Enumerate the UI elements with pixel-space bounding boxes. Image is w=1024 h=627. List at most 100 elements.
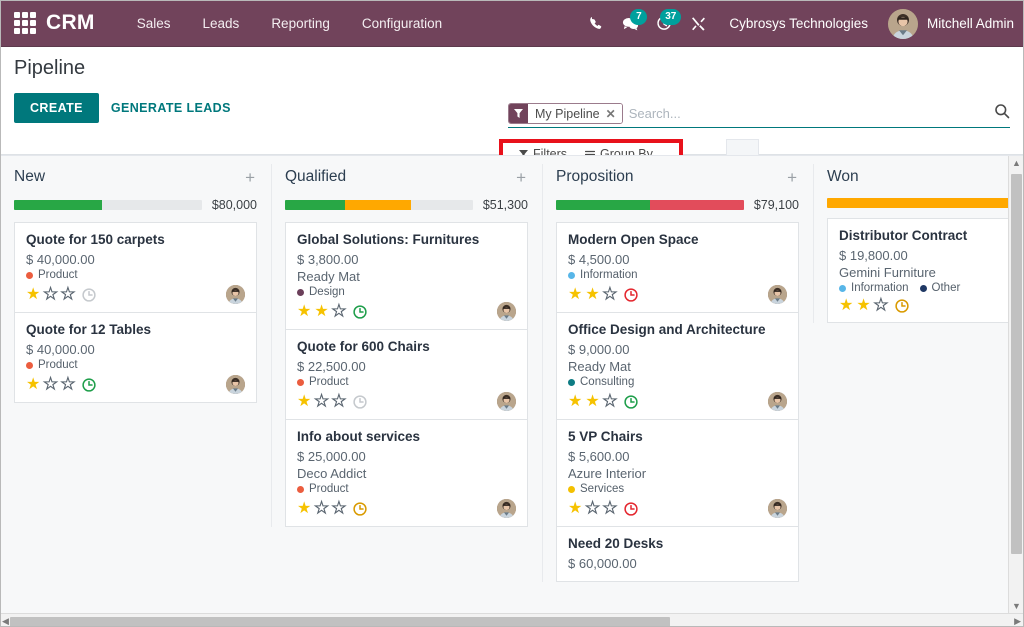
priority-star[interactable]: ★ — [332, 304, 346, 320]
horizontal-scrollbar-thumb[interactable] — [10, 617, 670, 627]
priority-star[interactable]: ★ — [568, 287, 582, 303]
kanban-progressbar[interactable] — [285, 200, 473, 210]
kanban-card[interactable]: Quote for 150 carpets$ 40,000.00Product★… — [14, 222, 257, 312]
horizontal-scrollbar[interactable]: ◀ ▶ — [0, 613, 1024, 627]
kanban-card[interactable]: Office Design and Architecture$ 9,000.00… — [556, 312, 799, 419]
tag[interactable]: Services — [568, 483, 624, 495]
search-input[interactable] — [623, 104, 988, 124]
activity-clock-icon[interactable] — [624, 288, 638, 302]
tag[interactable]: Information — [839, 282, 909, 294]
priority-star[interactable]: ★ — [603, 287, 617, 303]
priority-star[interactable]: ★ — [856, 298, 870, 314]
activity-clock-icon[interactable] — [624, 502, 638, 516]
scroll-right-arrow[interactable]: ▶ — [1014, 616, 1021, 627]
priority-star[interactable]: ★ — [26, 377, 40, 393]
progress-segment[interactable] — [14, 200, 102, 210]
kanban-card[interactable]: Quote for 600 Chairs$ 22,500.00Product★★… — [285, 329, 528, 419]
progress-segment[interactable] — [345, 200, 411, 210]
app-brand-crm[interactable]: CRM — [46, 11, 95, 35]
kanban-column-title[interactable]: Qualified — [285, 168, 346, 186]
activity-clock-icon[interactable] — [624, 395, 638, 409]
activity-clock-icon[interactable] — [82, 378, 96, 392]
priority-stars[interactable]: ★★★ — [297, 394, 346, 410]
menu-item-reporting[interactable]: Reporting — [255, 10, 346, 37]
priority-star[interactable]: ★ — [568, 394, 582, 410]
activity-clock-icon[interactable] — [895, 299, 909, 313]
apps-grid-icon[interactable] — [14, 12, 36, 34]
plus-icon[interactable]: + — [514, 169, 528, 186]
priority-star[interactable]: ★ — [43, 287, 57, 303]
priority-star[interactable]: ★ — [26, 287, 40, 303]
activities-clock-icon[interactable]: 37 — [647, 7, 681, 41]
tag[interactable]: Product — [297, 483, 349, 495]
priority-star[interactable]: ★ — [585, 287, 599, 303]
priority-stars[interactable]: ★★★ — [26, 287, 75, 303]
tag[interactable]: Information — [568, 269, 638, 281]
priority-star[interactable]: ★ — [839, 298, 853, 314]
scroll-up-arrow[interactable]: ▲ — [1009, 158, 1024, 168]
priority-star[interactable]: ★ — [61, 287, 75, 303]
priority-star[interactable]: ★ — [43, 377, 57, 393]
plus-icon[interactable]: + — [243, 169, 257, 186]
kanban-card[interactable]: Modern Open Space$ 4,500.00Information★★… — [556, 222, 799, 312]
generate-leads-button[interactable]: GENERATE LEADS — [109, 93, 233, 123]
kanban-card[interactable]: Global Solutions: Furnitures$ 3,800.00Re… — [285, 222, 528, 329]
tag[interactable]: Design — [297, 286, 345, 298]
create-button[interactable]: CREATE — [14, 93, 99, 123]
progress-segment[interactable] — [285, 200, 345, 210]
vertical-scrollbar-thumb[interactable] — [1011, 174, 1022, 554]
search-facet-my-pipeline[interactable]: My Pipeline ✕ — [508, 103, 623, 124]
priority-stars[interactable]: ★★★ — [568, 287, 617, 303]
priority-star[interactable]: ★ — [585, 501, 599, 517]
kanban-card[interactable]: Quote for 12 Tables$ 40,000.00Product★★★ — [14, 312, 257, 403]
vertical-scrollbar[interactable]: ▲ ▼ — [1008, 156, 1024, 613]
company-name[interactable]: Cybrosys Technologies — [729, 16, 868, 31]
progress-segment[interactable] — [650, 200, 744, 210]
priority-star[interactable]: ★ — [297, 304, 311, 320]
kanban-column-title[interactable]: New — [14, 168, 45, 186]
priority-stars[interactable]: ★★★ — [297, 304, 346, 320]
search-icon[interactable] — [988, 103, 1010, 124]
phone-icon[interactable] — [579, 7, 613, 41]
priority-star[interactable]: ★ — [603, 501, 617, 517]
facet-remove-icon[interactable]: ✕ — [606, 107, 616, 121]
kanban-column-title[interactable]: Proposition — [556, 168, 634, 186]
priority-star[interactable]: ★ — [332, 394, 346, 410]
messages-icon[interactable]: 7 — [613, 7, 647, 41]
priority-star[interactable]: ★ — [603, 394, 617, 410]
search-bar[interactable]: My Pipeline ✕ — [508, 103, 1010, 128]
progress-segment[interactable] — [827, 198, 1024, 208]
activity-clock-icon[interactable] — [353, 502, 367, 516]
kanban-card[interactable]: Info about services$ 25,000.00Deco Addic… — [285, 419, 528, 527]
priority-star[interactable]: ★ — [314, 501, 328, 517]
priority-stars[interactable]: ★★★ — [26, 377, 75, 393]
priority-stars[interactable]: ★★★ — [568, 394, 617, 410]
kanban-column-title[interactable]: Won — [827, 168, 859, 186]
priority-star[interactable]: ★ — [874, 298, 888, 314]
kanban-card[interactable]: 5 VP Chairs$ 5,600.00Azure InteriorServi… — [556, 419, 799, 526]
kanban-card[interactable]: Distributor Contract$ 19,800.00Gemini Fu… — [827, 218, 1024, 323]
plus-icon[interactable]: + — [785, 169, 799, 186]
progress-segment[interactable] — [556, 200, 650, 210]
priority-star[interactable]: ★ — [297, 501, 311, 517]
tag[interactable]: Consulting — [568, 376, 634, 388]
priority-star[interactable]: ★ — [568, 501, 582, 517]
tag[interactable]: Product — [26, 269, 78, 281]
kanban-progressbar[interactable] — [556, 200, 744, 210]
activity-clock-icon[interactable] — [353, 305, 367, 319]
debug-tools-icon[interactable] — [681, 7, 715, 41]
kanban-progressbar[interactable] — [827, 198, 1024, 208]
priority-star[interactable]: ★ — [61, 377, 75, 393]
scroll-down-arrow[interactable]: ▼ — [1009, 601, 1024, 611]
menu-item-configuration[interactable]: Configuration — [346, 10, 458, 37]
priority-star[interactable]: ★ — [314, 394, 328, 410]
priority-stars[interactable]: ★★★ — [297, 501, 346, 517]
tag[interactable]: Product — [26, 359, 78, 371]
priority-star[interactable]: ★ — [314, 304, 328, 320]
priority-star[interactable]: ★ — [585, 394, 599, 410]
tag[interactable]: Product — [297, 376, 349, 388]
activity-clock-icon[interactable] — [82, 288, 96, 302]
user-menu[interactable]: Mitchell Admin — [888, 9, 1014, 39]
menu-item-leads[interactable]: Leads — [187, 10, 256, 37]
priority-stars[interactable]: ★★★ — [839, 298, 888, 314]
